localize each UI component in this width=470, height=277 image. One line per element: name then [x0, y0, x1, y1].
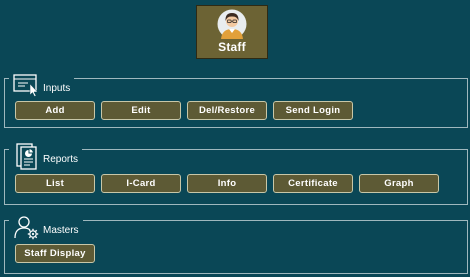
i-card-button[interactable]: I-Card — [101, 174, 181, 193]
inputs-title: Inputs — [43, 82, 71, 94]
reports-legend: Reports — [9, 142, 83, 170]
reports-title: Reports — [43, 153, 79, 165]
staff-avatar-tile[interactable]: Staff — [196, 5, 268, 59]
masters-group: Masters Staff Display — [4, 213, 468, 274]
certificate-button[interactable]: Certificate — [273, 174, 353, 193]
inputs-group: Inputs Add Edit Del/Restore Send Login — [4, 71, 468, 128]
form-cursor-icon — [13, 71, 41, 99]
masters-title: Masters — [43, 224, 79, 236]
masters-buttons: Staff Display — [15, 244, 101, 263]
inputs-legend: Inputs — [9, 71, 75, 99]
staff-avatar-icon — [217, 9, 247, 39]
graph-button[interactable]: Graph — [359, 174, 439, 193]
reports-group: Reports List I-Card Info Certificate Gra… — [4, 142, 468, 205]
staff-display-button[interactable]: Staff Display — [15, 244, 95, 263]
info-button[interactable]: Info — [187, 174, 267, 193]
inputs-buttons: Add Edit Del/Restore Send Login — [15, 101, 359, 120]
send-login-button[interactable]: Send Login — [273, 101, 353, 120]
del-restore-button[interactable]: Del/Restore — [187, 101, 267, 120]
add-button[interactable]: Add — [15, 101, 95, 120]
edit-button[interactable]: Edit — [101, 101, 181, 120]
masters-legend: Masters — [9, 213, 83, 241]
list-button[interactable]: List — [15, 174, 95, 193]
report-document-icon — [13, 142, 41, 170]
reports-buttons: List I-Card Info Certificate Graph — [15, 174, 445, 193]
avatar-label: Staff — [218, 40, 246, 54]
user-settings-icon — [13, 213, 41, 241]
